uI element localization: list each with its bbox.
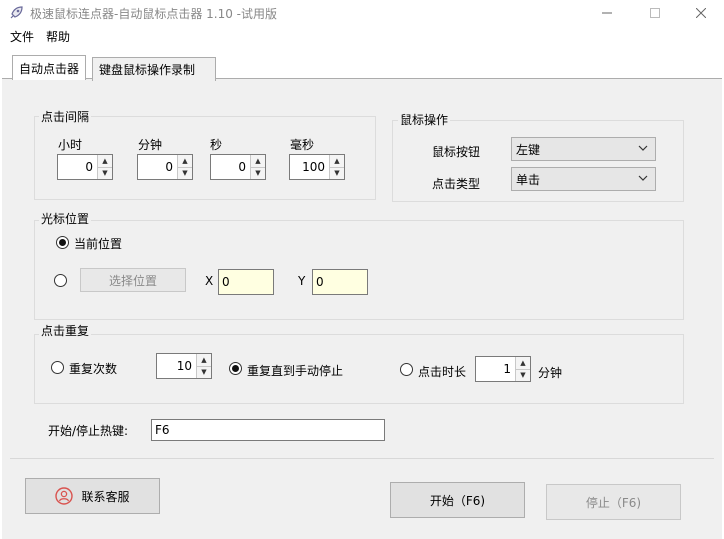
repeat-count-radio[interactable] <box>51 361 64 374</box>
spin-down-icon[interactable]: ▼ <box>197 365 211 378</box>
rocket-icon <box>10 6 23 19</box>
x-input[interactable]: 0 <box>218 269 274 295</box>
duration-spinner[interactable]: 1 ▲ ▼ <box>475 356 531 382</box>
pick-position-button[interactable]: 选择位置 <box>80 268 186 292</box>
click-type-select[interactable]: 单击 <box>511 167 656 191</box>
menu-file[interactable]: 文件 <box>10 28 34 45</box>
window-title: 极速鼠标连点器-自动鼠标点击器 1.10 -试用版 <box>30 7 278 21</box>
ms-value[interactable]: 100 <box>290 155 329 179</box>
stop-button[interactable]: 停止（F6) <box>546 484 681 520</box>
click-type-value[interactable]: 单击 <box>516 171 540 188</box>
spin-down-icon[interactable]: ▼ <box>98 166 112 179</box>
minutes-label: 分钟 <box>138 138 163 152</box>
repeat-count-label[interactable]: 重复次数 <box>69 360 117 377</box>
minutes-value[interactable]: 0 <box>138 155 177 179</box>
maximize-button[interactable] <box>632 0 678 26</box>
ms-spinner[interactable]: 100 ▲ ▼ <box>289 154 345 180</box>
minutes-spinner[interactable]: 0 ▲ ▼ <box>137 154 193 180</box>
contact-support-label: 联系客服 <box>81 489 130 504</box>
seconds-label: 秒 <box>210 138 223 152</box>
minimize-button[interactable] <box>584 0 630 26</box>
mouse-button-label: 鼠标按钮 <box>432 145 481 159</box>
hotkey-label: 开始/停止热键: <box>48 424 129 438</box>
menu-help[interactable]: 帮助 <box>46 28 70 45</box>
spin-down-icon[interactable]: ▼ <box>516 368 530 381</box>
spin-up-icon[interactable]: ▲ <box>98 155 112 167</box>
title-bar: 极速鼠标连点器-自动鼠标点击器 1.10 -试用版 <box>0 0 724 26</box>
duration-radio[interactable] <box>400 363 413 376</box>
hotkey-input[interactable]: F6 <box>151 419 385 441</box>
cursor-group-label: 光标位置 <box>39 210 92 227</box>
support-icon <box>55 487 74 505</box>
duration-label[interactable]: 点击时长 <box>418 363 466 380</box>
spin-up-icon[interactable]: ▲ <box>251 155 265 167</box>
spin-down-icon[interactable]: ▼ <box>330 166 344 179</box>
repeat-group-label: 点击重复 <box>39 322 92 339</box>
start-button[interactable]: 开始（F6) <box>390 482 525 518</box>
current-position-label[interactable]: 当前位置 <box>74 235 122 252</box>
repeat-until-stop-radio[interactable] <box>229 362 242 375</box>
repeat-until-stop-label[interactable]: 重复直到手动停止 <box>247 362 343 379</box>
spin-up-icon[interactable]: ▲ <box>178 155 192 167</box>
seconds-spinner[interactable]: 0 ▲ ▼ <box>210 154 266 180</box>
tab-auto-clicker[interactable]: 自动点击器 <box>12 55 87 80</box>
hours-value[interactable]: 0 <box>58 155 97 179</box>
contact-support-button[interactable]: 联系客服 <box>25 478 160 514</box>
spin-down-icon[interactable]: ▼ <box>178 166 192 179</box>
close-button[interactable] <box>678 0 724 26</box>
mouse-op-group-label: 鼠标操作 <box>398 111 451 128</box>
tab-record[interactable]: 键盘鼠标操作录制 <box>92 57 216 81</box>
repeat-group <box>34 334 684 404</box>
chevron-down-icon <box>638 145 648 151</box>
seconds-value[interactable]: 0 <box>211 155 250 179</box>
x-label: X <box>205 274 214 288</box>
y-input[interactable]: 0 <box>312 269 368 295</box>
pick-position-radio[interactable] <box>54 274 67 287</box>
chevron-down-icon <box>638 175 648 181</box>
menu-bar: 文件 帮助 <box>0 26 724 46</box>
maximize-icon <box>650 8 660 18</box>
interval-group-label: 点击间隔 <box>39 108 92 125</box>
minimize-icon <box>602 12 612 14</box>
footer-divider <box>10 458 714 459</box>
repeat-count-spinner[interactable]: 10 ▲ ▼ <box>156 353 212 379</box>
mouse-button-value[interactable]: 左键 <box>516 141 540 158</box>
duration-value[interactable]: 1 <box>476 357 515 381</box>
y-label: Y <box>298 274 306 288</box>
ms-label: 毫秒 <box>290 138 315 152</box>
hours-label: 小时 <box>58 138 83 152</box>
spin-up-icon[interactable]: ▲ <box>197 354 211 366</box>
click-type-label: 点击类型 <box>432 177 481 191</box>
hours-spinner[interactable]: 0 ▲ ▼ <box>57 154 113 180</box>
close-icon <box>696 8 706 18</box>
repeat-count-value[interactable]: 10 <box>157 354 196 378</box>
mouse-button-select[interactable]: 左键 <box>511 137 656 161</box>
spin-down-icon[interactable]: ▼ <box>251 166 265 179</box>
spin-up-icon[interactable]: ▲ <box>330 155 344 167</box>
current-position-radio[interactable] <box>56 236 69 249</box>
duration-unit-label: 分钟 <box>538 366 563 380</box>
spin-up-icon[interactable]: ▲ <box>516 357 530 369</box>
